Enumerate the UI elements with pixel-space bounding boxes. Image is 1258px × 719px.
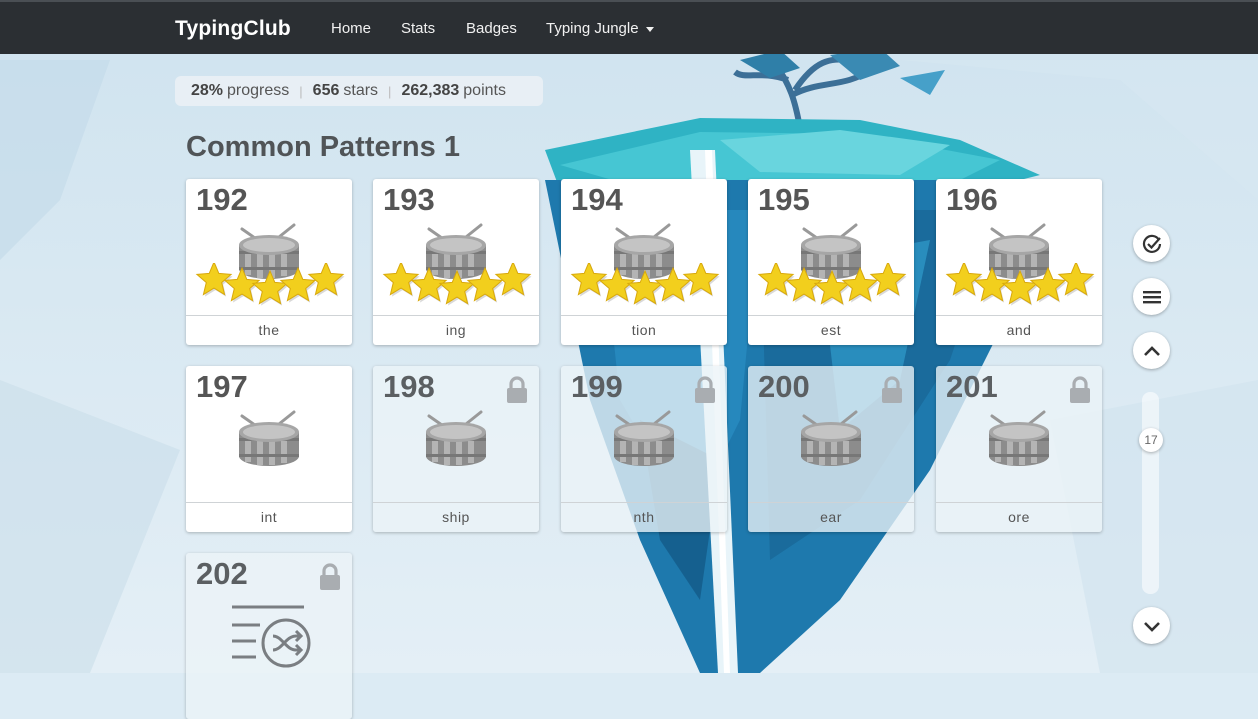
scroll-down-button[interactable] <box>1133 607 1170 644</box>
chevron-down-icon <box>1143 621 1160 632</box>
stars-count: 656 <box>312 82 340 99</box>
lock-icon <box>1070 376 1090 403</box>
progress-percent: 28% <box>191 82 224 99</box>
star-rating <box>195 263 345 306</box>
lesson-word: ship <box>373 502 539 532</box>
lesson-number: 196 <box>946 182 998 217</box>
lesson-card-194[interactable]: 194 tion <box>561 179 727 345</box>
caret-down-icon <box>645 26 654 32</box>
lesson-word: nth <box>561 502 727 532</box>
drum-icon <box>801 410 861 466</box>
drum-icon <box>239 410 299 466</box>
lesson-number: 200 <box>758 369 810 404</box>
lesson-card-200[interactable]: 200 ear <box>748 366 914 532</box>
check-progress-button[interactable] <box>1133 225 1170 262</box>
progress-label: progress <box>227 82 290 99</box>
nav-typing-jungle-label: Typing Jungle <box>546 20 639 37</box>
lesson-number: 195 <box>758 182 810 217</box>
lesson-number: 198 <box>383 369 435 404</box>
lesson-number: 197 <box>196 369 248 404</box>
check-circle-icon <box>1142 234 1161 253</box>
nav-typing-jungle-dropdown[interactable]: Typing Jungle <box>546 20 654 37</box>
lock-icon <box>882 376 902 403</box>
star-rating <box>757 263 907 306</box>
star-rating <box>570 263 720 306</box>
lesson-card-198[interactable]: 198 ship <box>373 366 539 532</box>
lesson-card-201[interactable]: 201 ore <box>936 366 1102 532</box>
divider: | <box>299 83 303 99</box>
drum-icon <box>614 410 674 466</box>
scroll-track[interactable] <box>1142 392 1159 594</box>
lesson-number: 202 <box>196 556 248 591</box>
star-rating <box>945 263 1095 306</box>
lesson-word: ore <box>936 502 1102 532</box>
lesson-word: the <box>186 315 352 345</box>
star-rating <box>382 263 532 306</box>
nav-stats[interactable]: Stats <box>401 20 435 37</box>
progress-summary: 28% progress | 656 stars | 262,383 point… <box>175 76 543 106</box>
lesson-number: 193 <box>383 182 435 217</box>
lesson-word: int <box>186 502 352 532</box>
menu-icon <box>1142 290 1161 303</box>
section-title: Common Patterns 1 <box>186 131 460 163</box>
lesson-word: ear <box>748 502 914 532</box>
lesson-card-193[interactable]: 193 ing <box>373 179 539 345</box>
nav-badges[interactable]: Badges <box>466 20 517 37</box>
nav-home[interactable]: Home <box>331 20 371 37</box>
lesson-word: ing <box>373 315 539 345</box>
lesson-number: 199 <box>571 369 623 404</box>
chevron-up-icon <box>1143 345 1160 356</box>
lock-icon <box>695 376 715 403</box>
lesson-word: est <box>748 315 914 345</box>
lock-icon <box>320 563 340 590</box>
scroll-up-button[interactable] <box>1133 332 1170 369</box>
lesson-card-195[interactable]: 195 est <box>748 179 914 345</box>
divider: | <box>388 83 392 99</box>
lesson-number: 201 <box>946 369 998 404</box>
lesson-number: 194 <box>571 182 623 217</box>
lesson-card-196[interactable]: 196 and <box>936 179 1102 345</box>
lesson-card-202[interactable]: 202 <box>186 553 352 719</box>
lesson-card-192[interactable]: 192 the <box>186 179 352 345</box>
stars-label: stars <box>343 82 379 99</box>
points-count: 262,383 <box>401 82 460 99</box>
top-nav-bar: TypingClub Home Stats Badges Typing Jung… <box>0 0 1258 54</box>
lock-icon <box>507 376 527 403</box>
lesson-number: 192 <box>196 182 248 217</box>
drum-icon <box>426 410 486 466</box>
lesson-word: and <box>936 315 1102 345</box>
scroll-thumb[interactable]: 17 <box>1139 428 1163 452</box>
lesson-card-197[interactable]: 197 int <box>186 366 352 532</box>
lesson-word: tion <box>561 315 727 345</box>
points-label: points <box>463 82 506 99</box>
shuffle-review-icon <box>232 605 311 668</box>
menu-button[interactable] <box>1133 278 1170 315</box>
drum-icon <box>989 410 1049 466</box>
brand-logo[interactable]: TypingClub <box>175 17 291 41</box>
lesson-card-199[interactable]: 199 nth <box>561 366 727 532</box>
